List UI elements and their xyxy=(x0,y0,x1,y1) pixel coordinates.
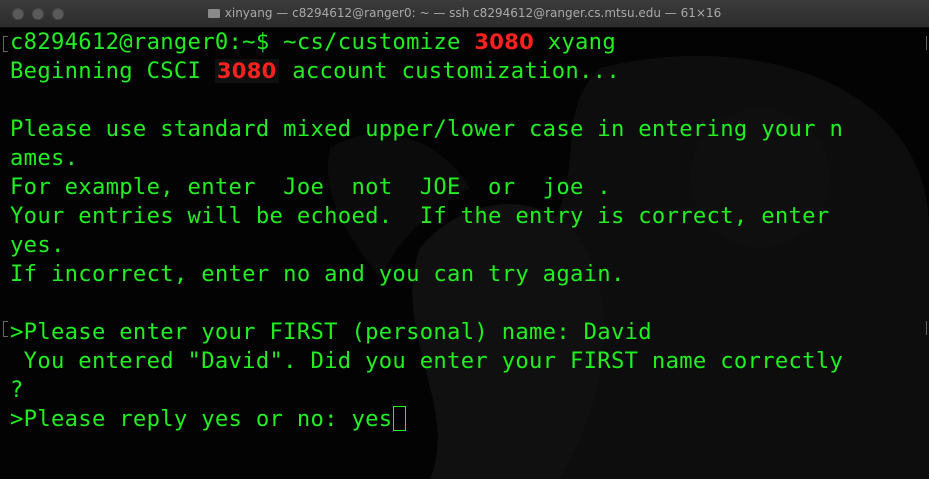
terminal-line: ? xyxy=(10,377,24,403)
terminal-line-begin: Beginning CSCI 3080 account customizatio… xyxy=(10,58,620,84)
terminal-line: You entered "David". Did you enter your … xyxy=(10,348,844,374)
folder-icon xyxy=(207,9,220,18)
terminal-line-command: c8294612@ranger0:~$ ~cs/customize 3080 x… xyxy=(10,29,616,55)
course-number-highlight: 3080 xyxy=(214,59,279,83)
text-cursor xyxy=(393,406,407,431)
line-marker-right xyxy=(924,321,927,335)
terminal-line: Please use standard mixed upper/lower ca… xyxy=(10,116,844,142)
terminal-line: Your entries will be echoed. If the entr… xyxy=(10,203,830,229)
terminal-window: xinyang — c8294612@ranger0: ~ — ssh c829… xyxy=(0,0,929,479)
title-bar[interactable]: xinyang — c8294612@ranger0: ~ — ssh c829… xyxy=(0,0,929,28)
window-title-text: xinyang — c8294612@ranger0: ~ — ssh c829… xyxy=(224,6,722,20)
terminal-line: If incorrect, enter no and you can try a… xyxy=(10,261,625,287)
line-marker-left xyxy=(3,321,8,337)
terminal-input-line[interactable]: >Please reply yes or no: yes xyxy=(10,405,407,434)
line-marker-left xyxy=(3,36,8,52)
terminal-line: ames. xyxy=(10,145,79,171)
course-number-highlight: 3080 xyxy=(474,30,535,54)
terminal-line: For example, enter Joe not JOE or joe . xyxy=(10,174,611,200)
window-title: xinyang — c8294612@ranger0: ~ — ssh c829… xyxy=(0,6,929,20)
terminal-line: >Please enter your FIRST (personal) name… xyxy=(10,319,652,345)
terminal-line: yes. xyxy=(10,232,65,258)
line-marker-right xyxy=(924,36,927,50)
terminal-output[interactable]: c8294612@ranger0:~$ ~cs/customize 3080 x… xyxy=(0,28,929,479)
terminal-input-text[interactable]: >Please reply yes or no: yes xyxy=(10,406,392,432)
